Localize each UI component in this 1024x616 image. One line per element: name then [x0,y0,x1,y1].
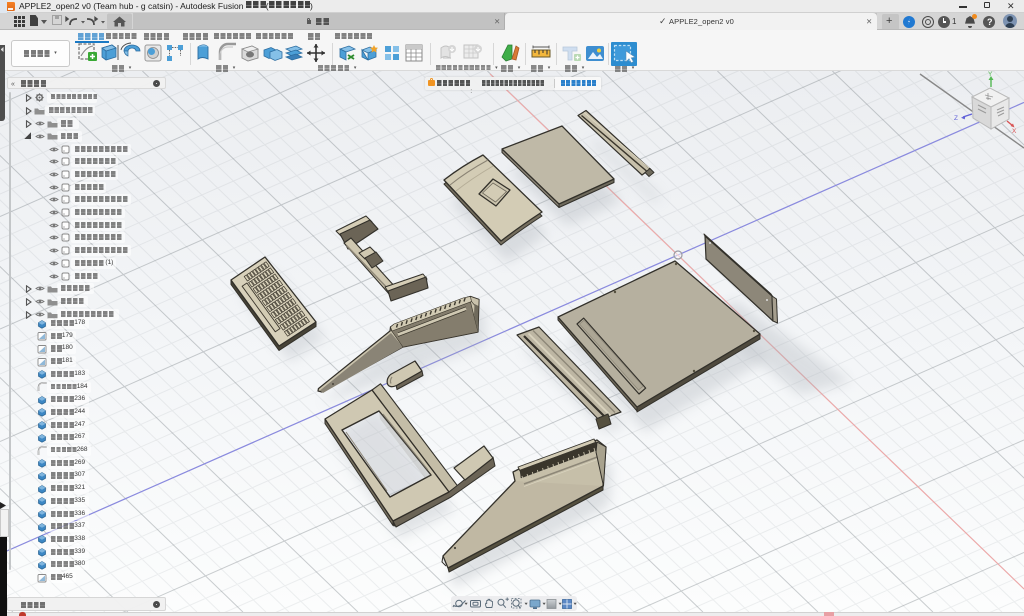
svg-text:X: X [1012,128,1017,135]
svg-text:Y: Y [988,71,993,78]
svg-text:Z: Z [954,115,958,122]
